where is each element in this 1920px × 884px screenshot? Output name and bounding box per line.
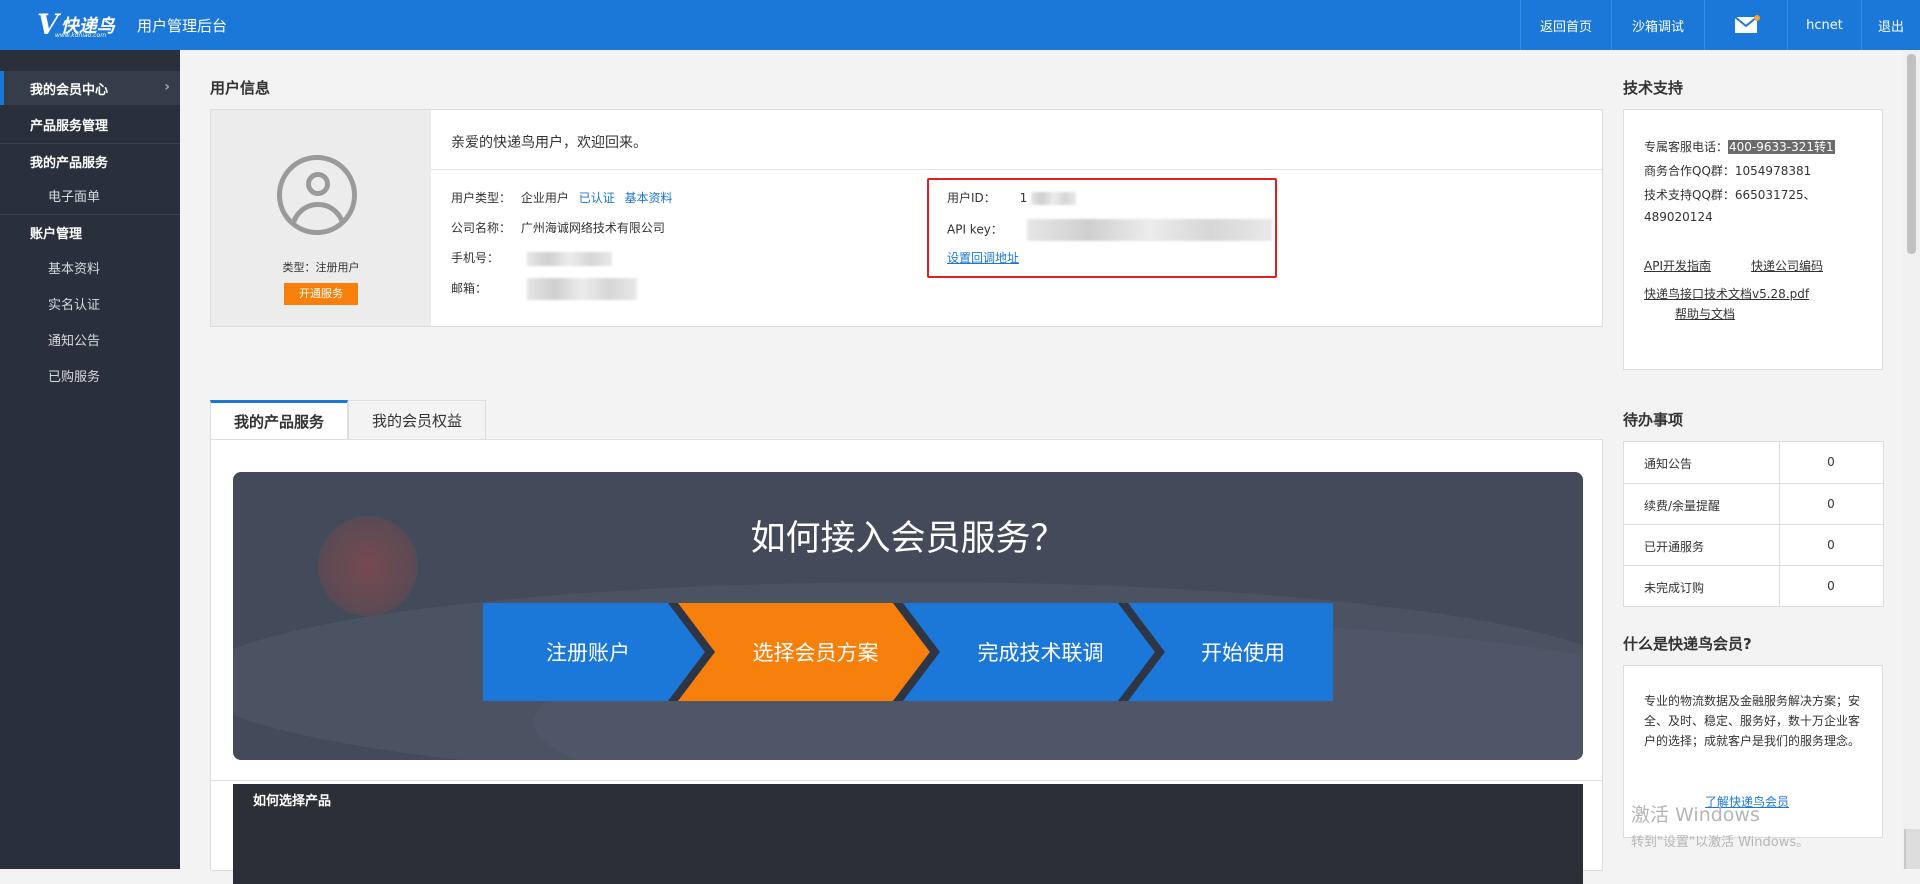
- divider: [431, 169, 1602, 170]
- nav-logout-link[interactable]: 退出: [1861, 0, 1920, 50]
- scrollbar-thumb[interactable]: [1907, 54, 1916, 254]
- product-tabs: 我的产品服务 我的会员权益: [210, 400, 486, 440]
- welcome-text: 亲爱的快递鸟用户，欢迎回来。: [451, 135, 647, 151]
- sidebar-item-basic-info[interactable]: 基本资料: [0, 250, 180, 284]
- courier-codes-link[interactable]: 快递公司编码: [1751, 257, 1823, 274]
- support-card: 专属客服电话：400-9633-321转1 商务合作QQ群：1054978381…: [1623, 109, 1883, 370]
- phone-row: 手机号：: [451, 249, 612, 266]
- user-type-label: 用户类型：: [451, 191, 512, 205]
- sidebar: 我的会员中心 › 产品服务管理 我的产品服务 电子面单 账户管理 基本资料 实名…: [0, 50, 180, 869]
- todo-label: 未完成订购: [1644, 581, 1705, 595]
- chevron-right-icon: ›: [164, 79, 170, 95]
- sidebar-item-notices[interactable]: 通知公告: [0, 322, 180, 356]
- top-bar: V 快递鸟 www.kdniao.com 用户管理后台 返回首页 沙箱调试 hc…: [0, 0, 1920, 50]
- top-nav: 返回首页 沙箱调试 hcnet 退出: [1520, 0, 1920, 50]
- support-phone: 专属客服电话：400-9633-321转1: [1644, 138, 1835, 155]
- user-info-card: 类型：注册用户 开通服务 亲爱的快递鸟用户，欢迎回来。 用户类型： 企业用户 已…: [210, 109, 1603, 327]
- todo-table: 通知公告 0 续费/余量提醒 0 已开通服务 0 未完成订购 0: [1623, 441, 1884, 607]
- tab-my-products[interactable]: 我的产品服务: [210, 400, 348, 439]
- basic-info-link[interactable]: 基本资料: [625, 191, 673, 205]
- sidebar-item-label: 我的会员中心: [30, 82, 109, 98]
- logo[interactable]: V 快递鸟 www.kdniao.com: [37, 11, 115, 40]
- step-integration: 完成技术联调: [977, 641, 1104, 665]
- nav-sandbox-link[interactable]: 沙箱调试: [1611, 0, 1704, 50]
- company-row: 公司名称： 广州海诚网络技术有限公司: [451, 219, 665, 236]
- todo-count: 0: [1827, 455, 1835, 469]
- sidebar-item-real-name[interactable]: 实名认证: [0, 286, 180, 320]
- avatar-icon: [277, 155, 357, 235]
- company-label: 公司名称：: [451, 221, 512, 235]
- todo-count: 0: [1827, 538, 1835, 552]
- nav-home-link[interactable]: 返回首页: [1520, 0, 1611, 50]
- api-doc-pdf-link[interactable]: 快递鸟接口技术文档v5.28.pdf: [1644, 285, 1809, 302]
- sidebar-item-member-center[interactable]: 我的会员中心 ›: [0, 71, 180, 105]
- api-guide-link[interactable]: API开发指南: [1644, 257, 1711, 274]
- company-value: 广州海诚网络技术有限公司: [520, 221, 665, 235]
- banner-title: 如何接入会员服务？: [750, 519, 1066, 559]
- sidebar-item-account-mgmt[interactable]: 账户管理: [0, 215, 180, 249]
- how-choose-section: 如何选择产品: [233, 784, 1583, 884]
- support-title: 技术支持: [1623, 79, 1684, 97]
- app-title: 用户管理后台: [137, 17, 228, 35]
- support-phone-label: 专属客服电话：: [1644, 140, 1729, 154]
- open-service-button[interactable]: 开通服务: [284, 283, 358, 305]
- todo-title: 待办事项: [1623, 411, 1684, 429]
- sidebar-item-my-products[interactable]: 我的产品服务: [0, 144, 180, 178]
- watermark-line-2: 转到"设置"以激活 Windows。: [1631, 835, 1810, 850]
- support-biz-qq: 商务合作QQ群：1054978381: [1644, 164, 1812, 178]
- sidebar-item-product-mgmt[interactable]: 产品服务管理: [0, 107, 180, 141]
- email-label: 邮箱：: [451, 281, 488, 296]
- todo-count: 0: [1827, 497, 1835, 511]
- todo-row[interactable]: 通知公告 0: [1624, 442, 1883, 483]
- onboarding-steps: 注册账户 选择会员方案 完成技术联调 开始使用: [483, 603, 1333, 701]
- watermark-line-1: 激活 Windows: [1631, 804, 1760, 826]
- vertical-scrollbar[interactable]: [1903, 50, 1920, 869]
- help-docs-link[interactable]: 帮助与文档: [1675, 305, 1735, 322]
- divider: [211, 780, 1602, 781]
- tab-member-benefits[interactable]: 我的会员权益: [348, 400, 486, 439]
- phone-label: 手机号：: [451, 251, 500, 265]
- member-title: 什么是快递鸟会员?: [1623, 635, 1752, 653]
- onboarding-banner: 如何接入会员服务？ 注册账户 选择会员方案 完成技术联调 开始使用: [233, 472, 1583, 760]
- step-start: 开始使用: [1201, 641, 1285, 665]
- step-choose-plan: 选择会员方案: [752, 641, 879, 665]
- logo-url: www.kdniao.com: [55, 32, 107, 39]
- support-tech-qq-2: 489020124: [1644, 210, 1713, 224]
- verified-link[interactable]: 已认证: [579, 191, 615, 205]
- todo-row[interactable]: 已开通服务 0: [1624, 524, 1883, 566]
- sidebar-item-e-waybill[interactable]: 电子面单: [0, 178, 180, 212]
- todo-label: 续费/余量提醒: [1644, 499, 1721, 513]
- how-choose-title: 如何选择产品: [253, 794, 332, 809]
- phone-redacted: [526, 251, 612, 266]
- sidebar-item-purchased[interactable]: 已购服务: [0, 358, 180, 392]
- account-type: 类型：注册用户: [282, 261, 360, 274]
- member-description: 专业的物流数据及金融服务解决方案；安全、及时、稳定、服务好，数十万企业客户的选择…: [1644, 694, 1861, 748]
- nav-user-link[interactable]: hcnet: [1787, 0, 1861, 50]
- todo-label: 已开通服务: [1644, 540, 1705, 554]
- step-register: 注册账户: [546, 641, 630, 665]
- user-info-title: 用户信息: [210, 79, 271, 97]
- todo-row[interactable]: 未完成订购 0: [1624, 565, 1883, 607]
- highlight-box: [927, 178, 1277, 278]
- email-row: 邮箱：: [451, 278, 637, 300]
- resize-handle[interactable]: [1904, 829, 1920, 869]
- tab-panel: 如何接入会员服务？ 注册账户 选择会员方案 完成技术联调 开始使用 如何选择产品: [210, 439, 1603, 884]
- divider: [1779, 442, 1780, 606]
- avatar-panel: 类型：注册用户 开通服务: [211, 110, 431, 326]
- support-tech-qq: 技术支持QQ群：665031725、: [1644, 188, 1816, 202]
- user-type-value: 企业用户: [520, 191, 569, 205]
- todo-count: 0: [1827, 579, 1835, 593]
- windows-activation-watermark: 激活 Windows 转到"设置"以激活 Windows。: [1631, 800, 1809, 850]
- todo-label: 通知公告: [1644, 457, 1693, 471]
- mail-button[interactable]: [1704, 0, 1787, 50]
- user-type-row: 用户类型： 企业用户 已认证 基本资料: [451, 189, 673, 206]
- notification-dot: [1754, 15, 1760, 21]
- support-phone-value: 400-9633-321转1: [1728, 140, 1835, 154]
- todo-row[interactable]: 续费/余量提醒 0: [1624, 483, 1883, 525]
- email-redacted: [526, 278, 637, 300]
